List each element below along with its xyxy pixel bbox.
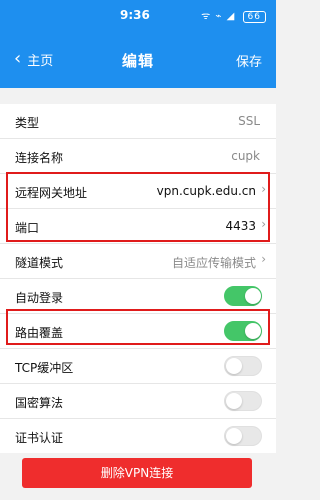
row-tcp-buffer: TCP缓冲区 — [0, 349, 276, 384]
switch-knob — [226, 358, 242, 374]
switch-knob — [245, 288, 261, 304]
settings-list: 类型 SSL 连接名称 cupk 远程网关地址 vpn.cupk.edu.cn … — [0, 104, 276, 453]
row-certificate-auth: 证书认证 — [0, 419, 276, 453]
signal-icon: ᯤ ⌁ ◢ — [201, 11, 236, 22]
switch-knob — [226, 393, 242, 409]
status-time: 9:36 — [120, 8, 150, 22]
switch-knob — [226, 428, 242, 444]
row-value: 自适应传输模式 — [171, 256, 256, 270]
row-value: cupk — [231, 149, 260, 163]
row-connection-name[interactable]: 连接名称 cupk — [0, 139, 276, 174]
row-tunnel-mode[interactable]: 隧道模式 自适应传输模式 › — [0, 244, 276, 279]
status-icons: ᯤ ⌁ ◢ 66 — [201, 8, 266, 23]
chevron-right-icon: › — [261, 252, 266, 266]
tcp-buffer-switch[interactable] — [224, 356, 262, 376]
highlight-box-route-override — [6, 309, 270, 345]
row-label: 类型 — [15, 116, 40, 130]
auto-login-switch[interactable] — [224, 286, 262, 306]
header: 9:36 ᯤ ⌁ ◢ 66 ‹ 主页 编辑 保存 — [0, 0, 276, 88]
highlight-box-gateway-port — [6, 172, 270, 242]
delete-vpn-button[interactable]: 删除VPN连接 — [22, 458, 252, 488]
certificate-auth-switch[interactable] — [224, 426, 262, 446]
save-button[interactable]: 保存 — [236, 51, 262, 70]
row-label: 隧道模式 — [15, 256, 64, 270]
row-label: 连接名称 — [15, 151, 64, 165]
sm-algorithm-switch[interactable] — [224, 391, 262, 411]
status-bar: 9:36 ᯤ ⌁ ◢ 66 — [0, 0, 276, 28]
row-label: 自动登录 — [15, 291, 64, 305]
row-sm-algorithm: 国密算法 — [0, 384, 276, 419]
row-label: 国密算法 — [15, 396, 64, 410]
vpn-edit-screen: 9:36 ᯤ ⌁ ◢ 66 ‹ 主页 编辑 保存 类型 SSL 连接名称 cup… — [0, 0, 276, 500]
battery-icon: 66 — [242, 11, 266, 23]
row-label: 证书认证 — [15, 431, 64, 445]
row-value: SSL — [238, 114, 260, 128]
nav-bar: ‹ 主页 编辑 保存 — [0, 46, 276, 76]
page-title: 编辑 — [121, 52, 154, 70]
row-label: TCP缓冲区 — [15, 361, 74, 375]
row-type: 类型 SSL — [0, 104, 276, 139]
